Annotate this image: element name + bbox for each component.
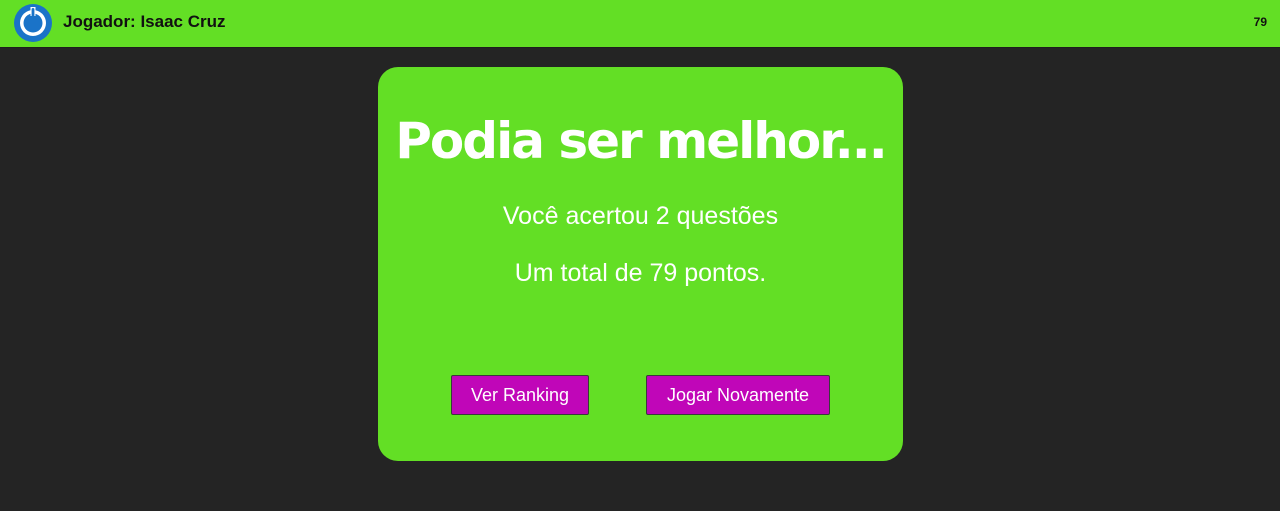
correct-answers-text: Você acertou 2 questões (502, 202, 779, 230)
top-bar: Jogador: Isaac Cruz 79 (0, 0, 1280, 48)
result-card: Podia ser melhor... Você acertou 2 quest… (378, 67, 903, 461)
play-again-button[interactable]: Jogar Novamente (646, 375, 830, 415)
score-counter: 79 (1253, 15, 1267, 29)
power-icon[interactable] (13, 3, 53, 43)
result-title: Podia ser melhor... (395, 112, 887, 170)
total-points-text: Um total de 79 pontos. (514, 259, 767, 287)
player-name: Jogador: Isaac Cruz (63, 12, 226, 31)
view-ranking-button[interactable]: Ver Ranking (451, 375, 589, 415)
